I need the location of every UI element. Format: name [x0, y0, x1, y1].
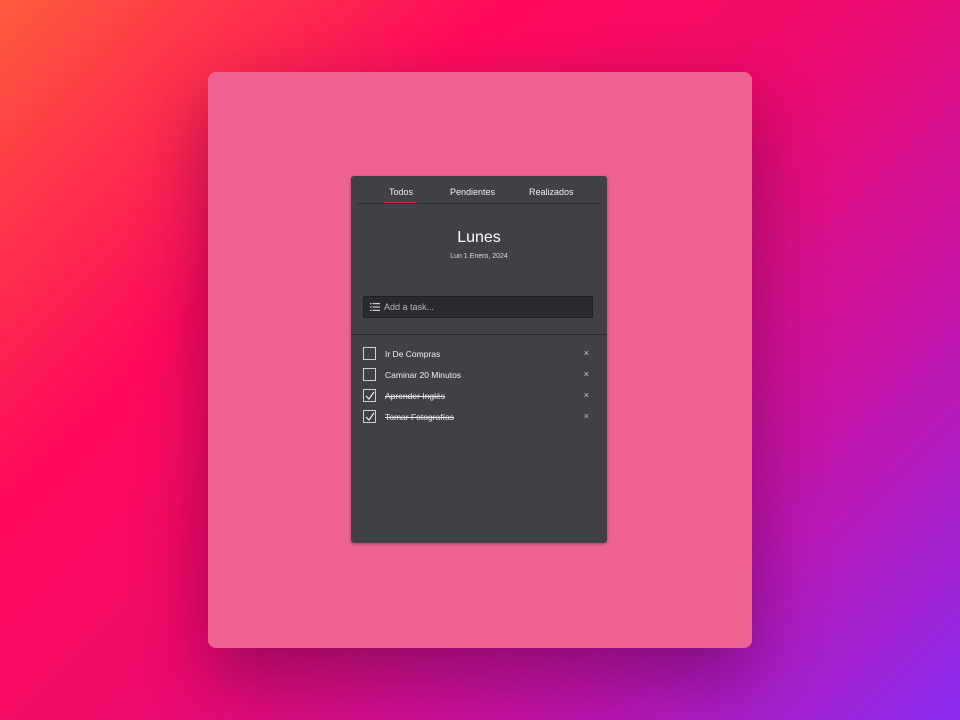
delete-task-icon[interactable]: ×	[584, 347, 589, 359]
delete-task-icon[interactable]: ×	[584, 389, 589, 401]
task-label: Caminar 20 Minutos	[385, 370, 462, 380]
tab-realizados[interactable]: Realizados	[529, 187, 574, 197]
task-label: Aprender Inglés	[385, 391, 446, 401]
add-task-box[interactable]	[363, 296, 593, 318]
add-task-input[interactable]	[384, 297, 584, 317]
task-checkbox[interactable]	[363, 389, 376, 402]
task-checkbox[interactable]	[363, 410, 376, 423]
delete-task-icon[interactable]: ×	[584, 410, 589, 422]
list-icon	[370, 303, 380, 311]
todo-app: Todos Pendientes Realizados Lunes Lun 1 …	[351, 176, 607, 543]
checkmark-icon	[365, 391, 375, 400]
task-label: Ir De Compras	[385, 349, 441, 359]
task-item: Caminar 20 Minutos ×	[363, 368, 595, 384]
task-item: Tomar Fotografías ×	[363, 410, 595, 426]
divider	[351, 334, 607, 335]
checkmark-icon	[365, 412, 375, 421]
task-checkbox[interactable]	[363, 368, 376, 381]
task-item: Aprender Inglés ×	[363, 389, 595, 405]
task-checkbox[interactable]	[363, 347, 376, 360]
delete-task-icon[interactable]: ×	[584, 368, 589, 380]
tab-todos[interactable]: Todos	[383, 187, 418, 203]
task-item: Ir De Compras ×	[363, 347, 595, 363]
day-title: Lunes	[457, 229, 501, 246]
tab-pendientes[interactable]: Pendientes	[450, 187, 495, 197]
tab-bar: Todos Pendientes Realizados	[357, 176, 601, 204]
day-date: Lun 1 Enero, 2024	[450, 253, 508, 260]
task-label: Tomar Fotografías	[385, 412, 454, 422]
